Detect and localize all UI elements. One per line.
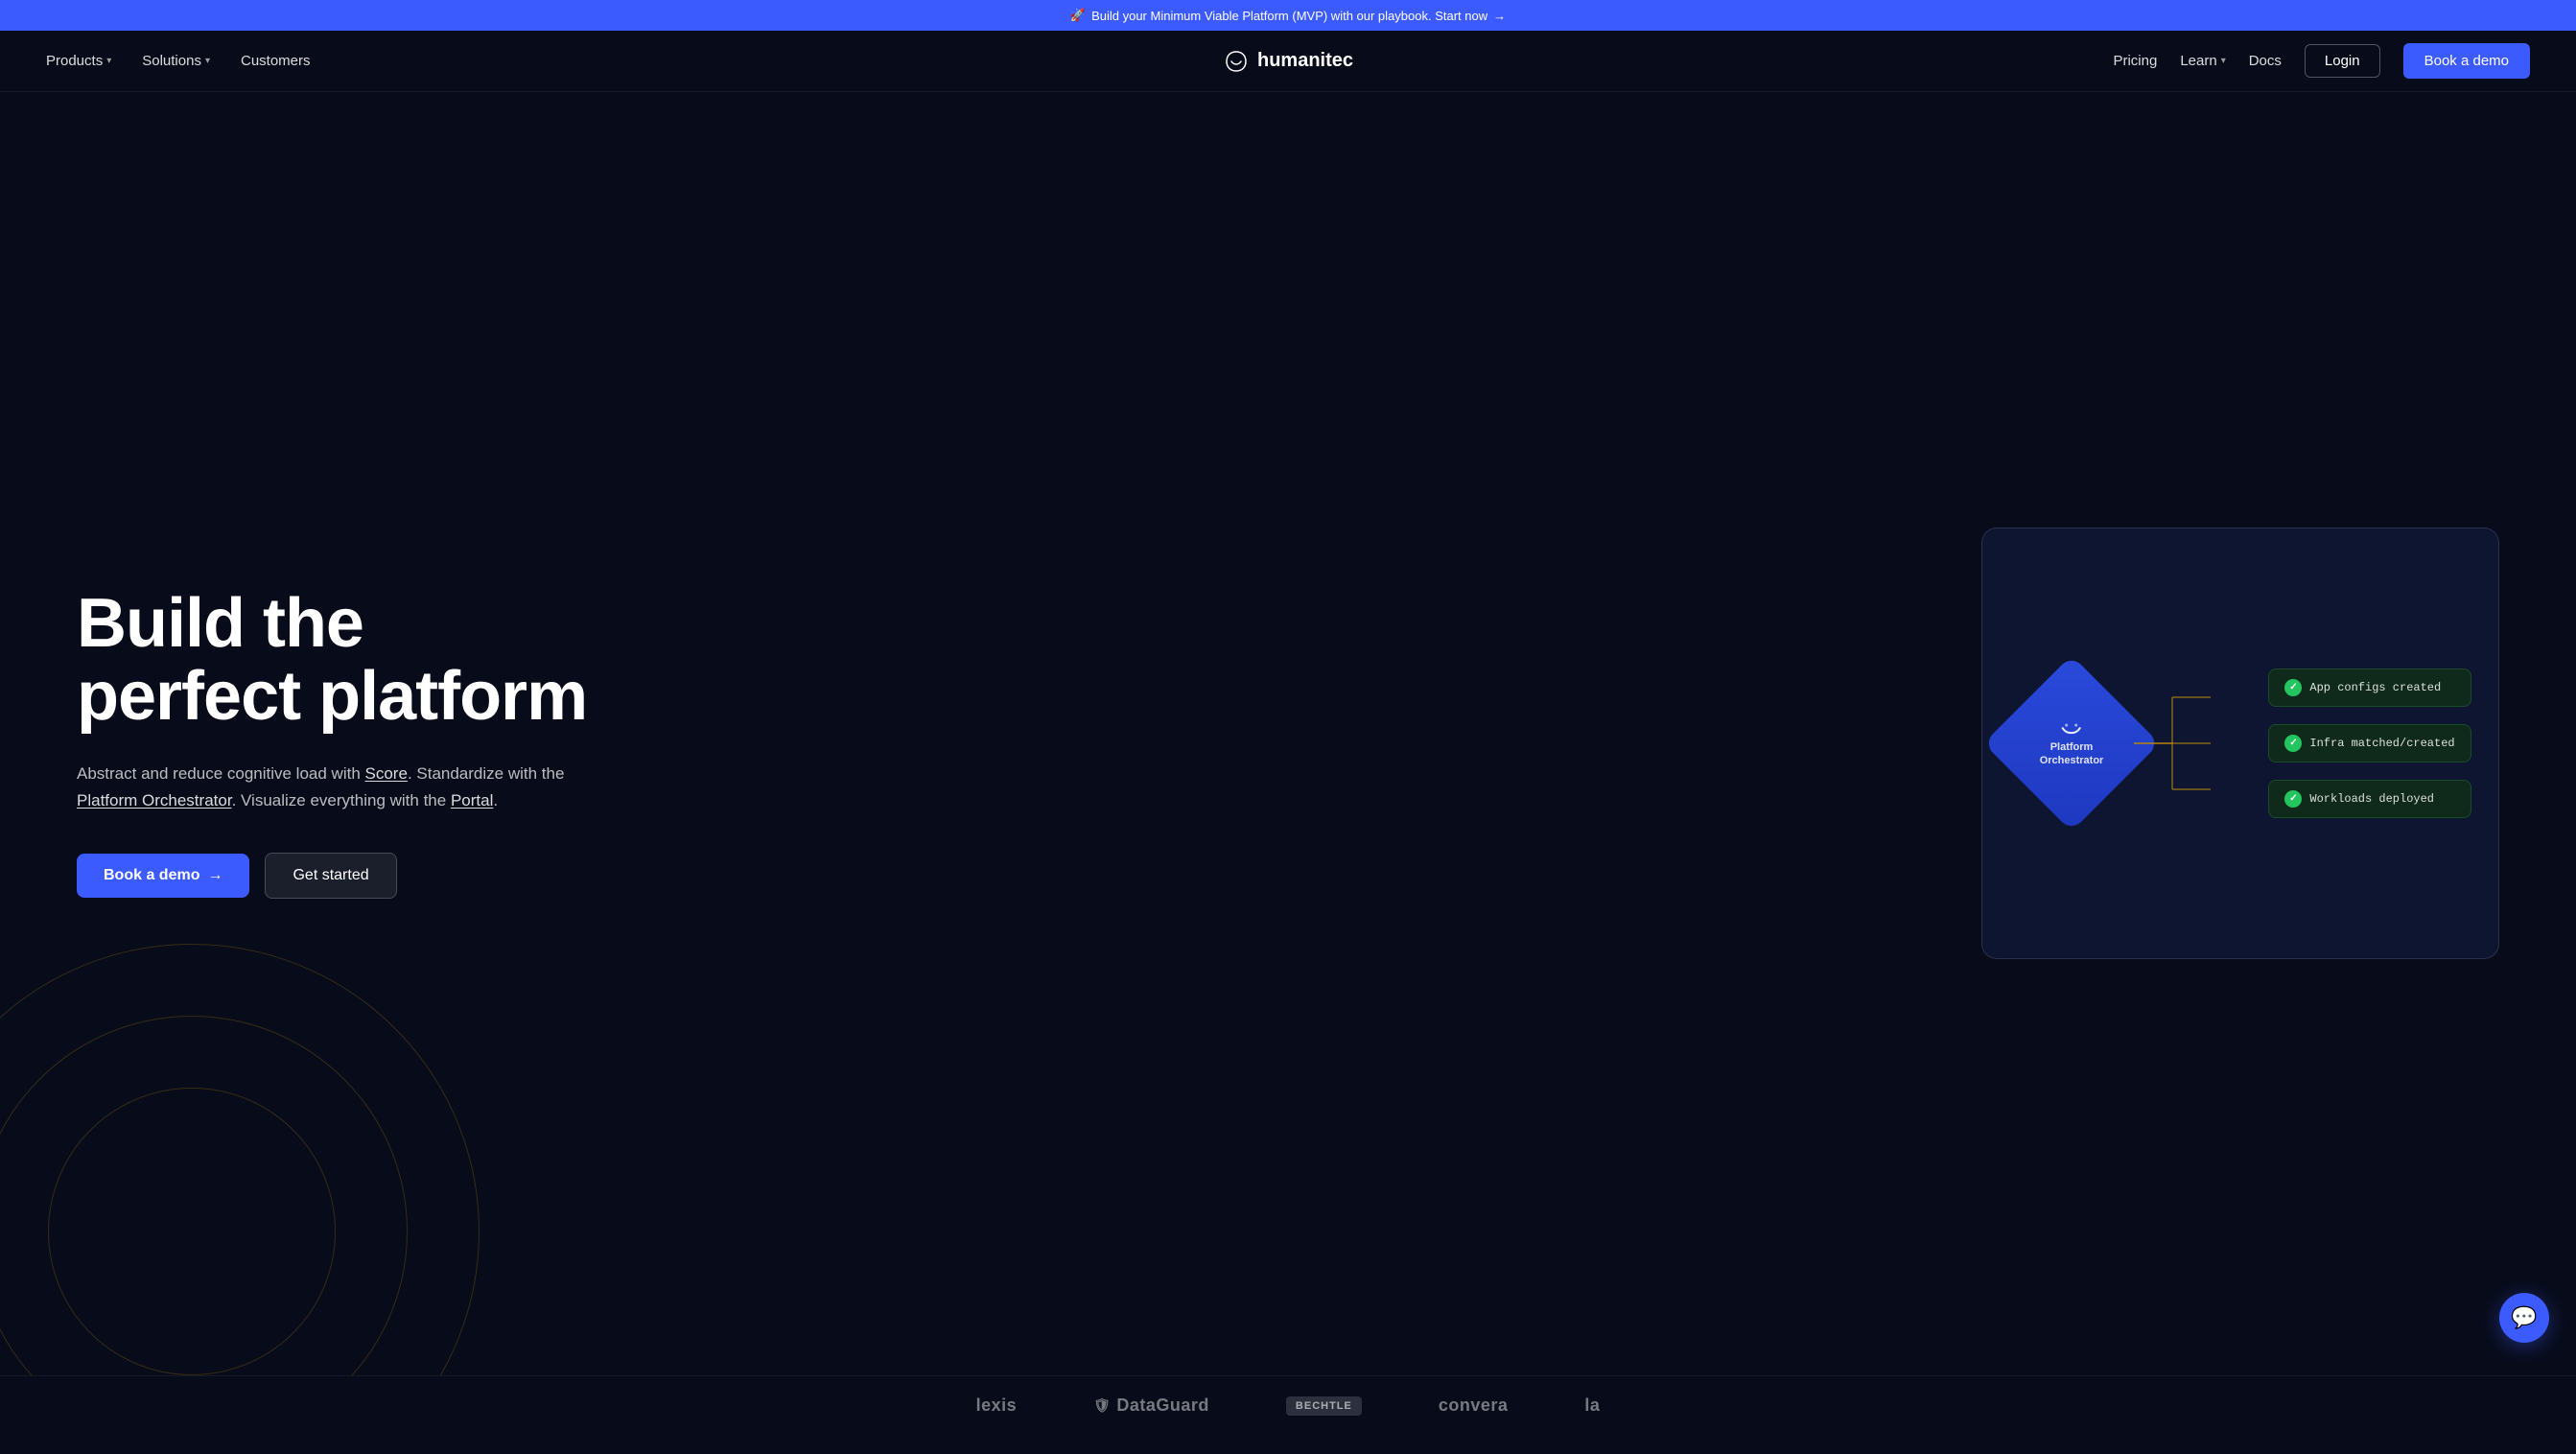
hero-title: Build the perfect platform [77,588,587,733]
ring-2 [0,1016,408,1375]
nav-solutions[interactable]: Solutions ▾ [142,53,210,69]
hero-content: Build the perfect platform Abstract and … [77,588,587,898]
check-icon-2 [2284,735,2302,752]
nav-customers[interactable]: Customers [241,53,311,69]
portal-link[interactable]: Portal [451,791,493,809]
hero-buttons: Book a demo → Get started [77,853,587,899]
orchestrator-link[interactable]: Platform Orchestrator [77,791,232,809]
logos-bar: lexis 🛡 DataGuard BECHTLE convera la [0,1375,2576,1454]
nav-learn[interactable]: Learn ▾ [2180,53,2225,69]
announcement-text: Build your Minimum Viable Platform (MVP)… [1091,9,1487,23]
announcement-arrow: → [1493,9,1506,23]
connector-lines-svg [2134,686,2211,801]
shield-icon: 🛡 [1093,1397,1111,1414]
status-pill-1: App configs created [2268,668,2471,707]
hero-diagram: Platform Orchestrator [1981,528,2499,959]
status-pills: App configs created Infra matched/create… [2268,668,2471,818]
announcement-bar[interactable]: 🚀 Build your Minimum Viable Platform (MV… [0,0,2576,31]
background-decoration [0,896,575,1375]
book-demo-nav-button[interactable]: Book a demo [2403,43,2530,79]
logo-dataguard: 🛡 DataGuard [1093,1395,1209,1416]
announcement-link[interactable]: 🚀 Build your Minimum Viable Platform (MV… [1070,8,1506,23]
logo-bechtle: BECHTLE [1286,1396,1362,1416]
brand-logo[interactable]: humanitec [1223,48,1353,75]
nav-left: Products ▾ Solutions ▾ Customers [46,53,311,69]
nav-products[interactable]: Products ▾ [46,53,111,69]
get-started-button[interactable]: Get started [265,853,396,899]
logo-convera: convera [1439,1395,1509,1416]
nav-right: Pricing Learn ▾ Docs Login Book a demo [2113,43,2530,79]
logo-la: la [1584,1395,1600,1416]
logo-lexis: lexis [976,1395,1018,1416]
chat-icon: 💬 [2511,1305,2537,1330]
nav-docs[interactable]: Docs [2249,53,2282,69]
platform-diagram: Platform Orchestrator [2009,668,2471,818]
chat-bubble-button[interactable]: 💬 [2499,1293,2549,1343]
hero-description: Abstract and reduce cognitive load with … [77,761,575,814]
chevron-down-icon: ▾ [2221,56,2226,66]
ring-1 [48,1088,336,1375]
book-demo-button[interactable]: Book a demo → [77,854,249,898]
diagram-card: Platform Orchestrator [1981,528,2499,959]
platform-smile-icon [2058,719,2085,737]
hero-section: Build the perfect platform Abstract and … [0,92,2576,1375]
ring-3 [0,944,480,1375]
chevron-down-icon: ▾ [106,56,111,66]
nav-pricing[interactable]: Pricing [2113,53,2157,69]
score-link[interactable]: Score [365,764,408,783]
login-button[interactable]: Login [2305,44,2380,78]
check-icon-3 [2284,790,2302,808]
announcement-emoji: 🚀 [1070,8,1086,23]
check-icon-1 [2284,679,2302,696]
platform-label: Platform Orchestrator [2040,740,2104,768]
chevron-down-icon: ▾ [205,56,210,66]
humanitec-logo-icon [1223,48,1250,75]
status-pill-2: Infra matched/created [2268,724,2471,762]
status-pill-3: Workloads deployed [2268,780,2471,818]
navbar: Products ▾ Solutions ▾ Customers humanit… [0,31,2576,92]
brand-name: humanitec [1257,50,1353,72]
